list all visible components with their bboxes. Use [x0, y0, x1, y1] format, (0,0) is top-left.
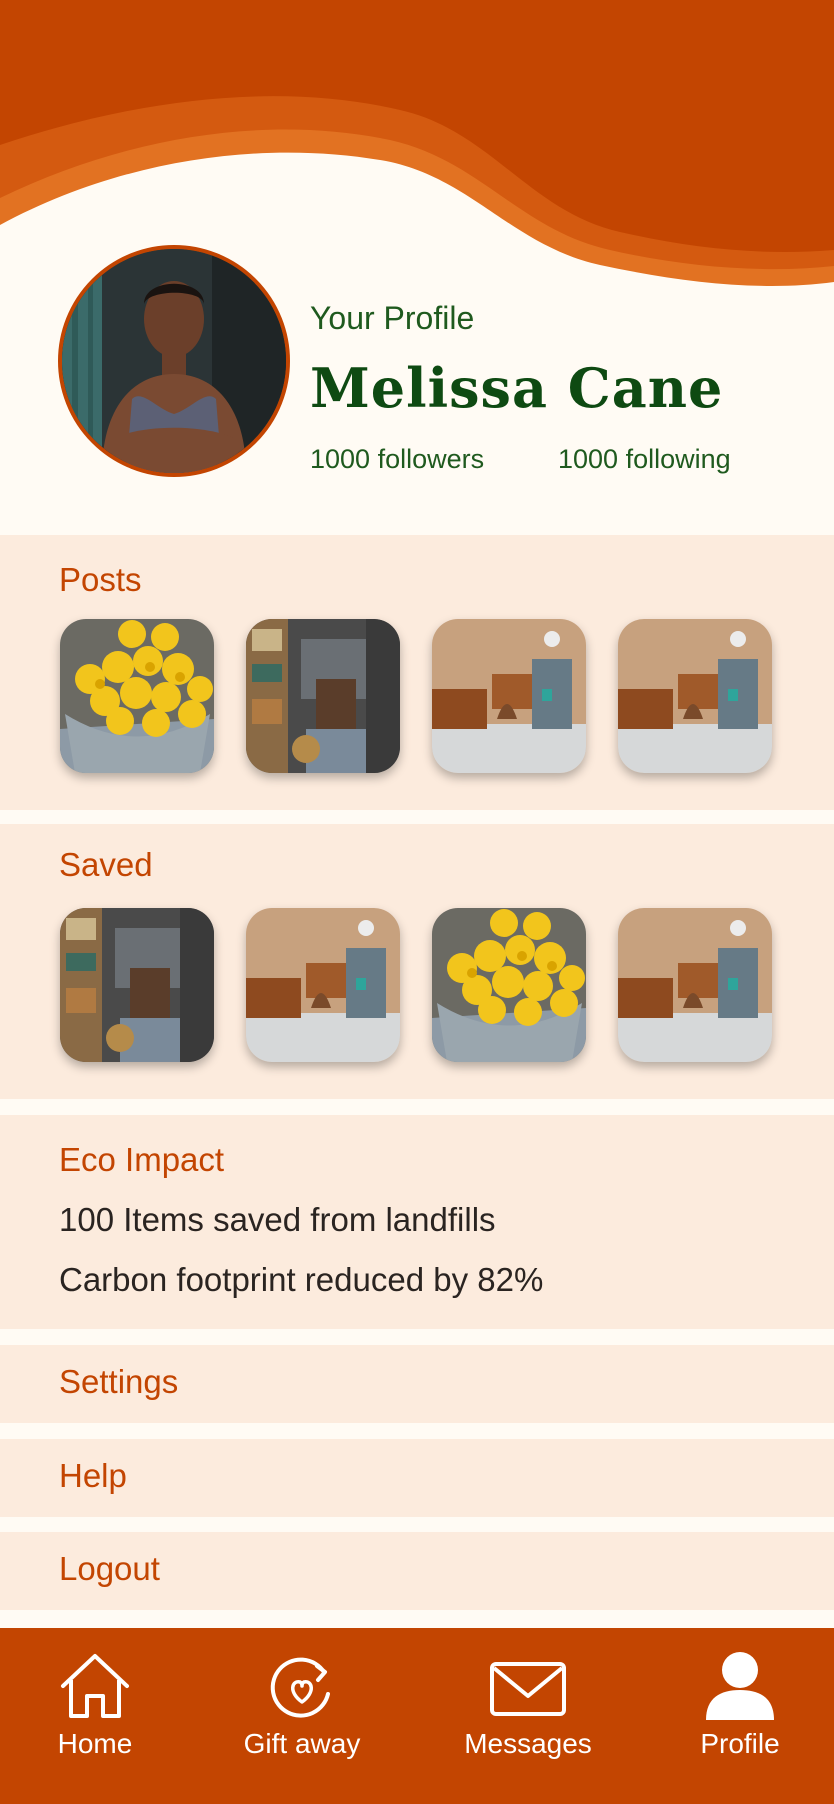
saved-thumbnail[interactable] — [618, 908, 772, 1062]
post-thumbnail[interactable] — [432, 619, 586, 773]
help-label: Help — [59, 1457, 127, 1494]
saved-thumbnail[interactable] — [60, 908, 214, 1062]
nav-home[interactable]: Home — [0, 1628, 190, 1804]
posts-title: Posts — [59, 561, 142, 598]
person-icon — [706, 1652, 774, 1720]
posts-thumbnails — [60, 619, 776, 775]
nav-gift-away-label: Gift away — [243, 1728, 361, 1759]
gift-away-icon — [270, 1657, 330, 1718]
post-thumbnail[interactable] — [60, 619, 214, 773]
eco-carbon-reduction: Carbon footprint reduced by 82% — [59, 1261, 544, 1298]
eco-impact-section: Eco Impact 100 Items saved from landfill… — [0, 1115, 834, 1329]
saved-thumbnail[interactable] — [246, 908, 400, 1062]
eco-impact-title: Eco Impact — [59, 1141, 225, 1178]
saved-thumbnail[interactable] — [432, 908, 586, 1062]
settings-label: Settings — [59, 1363, 179, 1400]
profile-avatar[interactable] — [58, 245, 290, 477]
settings-row[interactable]: Settings — [0, 1345, 834, 1423]
post-thumbnail[interactable] — [246, 619, 400, 773]
logout-label: Logout — [59, 1550, 160, 1587]
posts-section: Posts — [0, 535, 834, 810]
nav-messages-label: Messages — [464, 1728, 592, 1759]
eco-items-saved: 100 Items saved from landfills — [59, 1201, 496, 1238]
nav-profile-label: Profile — [700, 1728, 780, 1759]
nav-home-label: Home — [57, 1728, 133, 1759]
user-name: Melissa Cane — [310, 356, 724, 420]
nav-messages[interactable]: Messages — [433, 1628, 623, 1804]
nav-gift-away[interactable]: Gift away — [207, 1628, 397, 1804]
envelope-icon — [490, 1662, 566, 1716]
nav-profile[interactable]: Profile — [645, 1628, 834, 1804]
profile-heading: Your Profile — [310, 300, 475, 336]
saved-thumbnails — [60, 908, 776, 1064]
logout-row[interactable]: Logout — [0, 1532, 834, 1610]
saved-title: Saved — [59, 846, 153, 883]
post-thumbnail[interactable] — [618, 619, 772, 773]
home-icon — [61, 1654, 129, 1718]
bottom-navigation: Home Gift away Messages Profile — [0, 1628, 834, 1804]
help-row[interactable]: Help — [0, 1439, 834, 1517]
followers-count[interactable]: 1000 followers — [310, 444, 484, 475]
following-count[interactable]: 1000 following — [558, 444, 731, 475]
saved-section: Saved — [0, 824, 834, 1099]
